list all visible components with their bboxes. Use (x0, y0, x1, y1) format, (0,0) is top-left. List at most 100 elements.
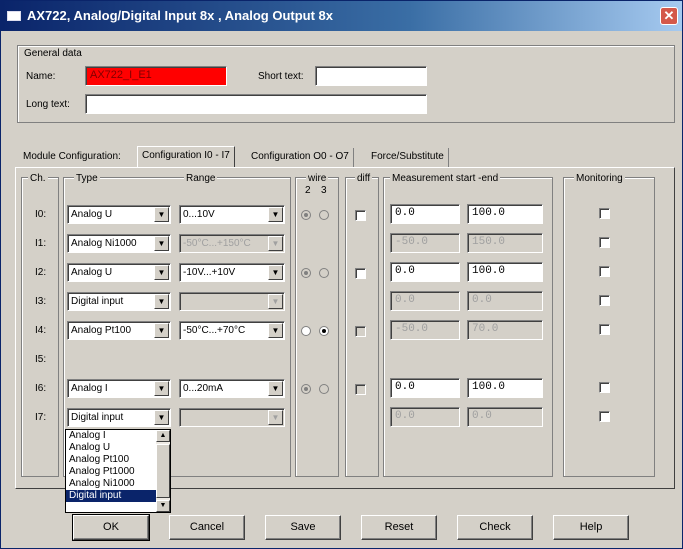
ch-header: Ch. (28, 173, 48, 184)
dropdown-arrow-icon[interactable]: ▼ (154, 236, 169, 251)
type-select[interactable]: Analog Ni1000 ▼ (67, 234, 171, 253)
reset-button[interactable]: Reset (361, 515, 437, 540)
measurement-start-field: 0.0 (390, 407, 460, 427)
tab-configuration-i0-i7[interactable]: Configuration I0 - I7 (137, 146, 235, 168)
wire-3-radio[interactable] (319, 210, 329, 220)
measurement-start-field[interactable]: 0.0 (390, 204, 460, 224)
dropdown-arrow-icon: ▼ (268, 410, 283, 425)
diff-checkbox (355, 384, 366, 395)
dropdown-option[interactable]: Analog Pt100 (66, 454, 170, 466)
monitoring-checkbox[interactable] (599, 382, 610, 393)
long-text-field[interactable] (85, 94, 427, 114)
range-header: Range (184, 173, 218, 184)
wire-3-radio[interactable] (319, 268, 329, 278)
monitoring-checkbox[interactable] (599, 208, 610, 219)
dropdown-arrow-icon[interactable]: ▼ (268, 207, 283, 222)
channel-label: I4: (35, 325, 47, 336)
channel-label: I3: (35, 296, 47, 307)
range-select: -50°C...+150°C ▼ (179, 234, 285, 253)
measurement-start-field[interactable]: 0.0 (390, 378, 460, 398)
range-select[interactable]: -50°C...+70°C ▼ (179, 321, 285, 340)
dropdown-arrow-icon[interactable]: ▼ (154, 294, 169, 309)
monitoring-checkbox[interactable] (599, 411, 610, 422)
wire-2-radio[interactable] (301, 268, 311, 278)
scroll-down-icon[interactable]: ▼ (156, 500, 170, 512)
scroll-thumb[interactable] (156, 444, 170, 498)
type-select[interactable]: Analog Pt100 ▼ (67, 321, 171, 340)
wire-3-radio[interactable] (319, 384, 329, 394)
measurement-end-field: 0.0 (467, 291, 543, 311)
wire-3-header: 3 (321, 185, 327, 196)
wire-3-radio[interactable] (319, 326, 329, 336)
save-button[interactable]: Save (265, 515, 341, 540)
title-bar[interactable]: AX722, Analog/Digital Input 8x , Analog … (1, 1, 682, 31)
measurement-end-field: 0.0 (467, 407, 543, 427)
wire-2-radio[interactable] (301, 384, 311, 394)
close-button[interactable]: ✕ (660, 7, 678, 25)
range-select[interactable]: -10V...+10V ▼ (179, 263, 285, 282)
window-title: AX722, Analog/Digital Input 8x , Analog … (27, 8, 334, 23)
channel-label: I6: (35, 383, 47, 394)
dropdown-option[interactable]: Analog Ni1000 (66, 478, 170, 490)
range-select: ▼ (179, 408, 285, 427)
module-configuration-label: Module Configuration: (23, 151, 121, 162)
diff-checkbox[interactable] (355, 268, 366, 279)
tab-configuration-o0-o7[interactable]: Configuration O0 - O7 (247, 148, 354, 168)
measurement-end-field[interactable]: 100.0 (467, 262, 543, 282)
channel-label: I1: (35, 238, 47, 249)
scroll-up-icon[interactable]: ▲ (156, 430, 170, 442)
type-select[interactable]: Analog I ▼ (67, 379, 171, 398)
check-button[interactable]: Check (457, 515, 533, 540)
help-button[interactable]: Help (553, 515, 629, 540)
monitoring-checkbox[interactable] (599, 324, 610, 335)
type-dropdown-list[interactable]: Analog I Analog U Analog Pt100 Analog Pt… (65, 429, 171, 513)
name-field[interactable]: AX722_I_E1 (85, 66, 227, 86)
measurement-start-field[interactable]: 0.0 (390, 262, 460, 282)
range-select: ▼ (179, 292, 285, 311)
wire-2-radio[interactable] (301, 210, 311, 220)
diff-checkbox[interactable] (355, 210, 366, 221)
monitoring-checkbox[interactable] (599, 266, 610, 277)
name-label: Name: (26, 71, 56, 82)
measurement-end-field[interactable]: 100.0 (467, 204, 543, 224)
range-select[interactable]: 0...10V ▼ (179, 205, 285, 224)
ok-button[interactable]: OK (72, 514, 150, 541)
dropdown-arrow-icon[interactable]: ▼ (268, 323, 283, 338)
dropdown-option[interactable]: Analog I (66, 430, 170, 442)
measurement-start-field: 0.0 (390, 291, 460, 311)
dropdown-option-selected[interactable]: Digital input (66, 490, 170, 502)
type-select[interactable]: Analog U ▼ (67, 263, 171, 282)
diff-header: diff (355, 173, 373, 184)
dropdown-arrow-icon[interactable]: ▼ (268, 265, 283, 280)
dropdown-arrow-icon[interactable]: ▼ (154, 265, 169, 280)
cancel-button[interactable]: Cancel (169, 515, 245, 540)
short-text-field[interactable] (315, 66, 427, 86)
type-select[interactable]: Digital input ▼ (67, 408, 171, 427)
dropdown-arrow-icon[interactable]: ▼ (154, 207, 169, 222)
window-icon (7, 11, 21, 21)
measurement-end-field[interactable]: 100.0 (467, 378, 543, 398)
type-select[interactable]: Digital input ▼ (67, 292, 171, 311)
type-header: Type (74, 173, 100, 184)
long-text-label: Long text: (26, 99, 70, 110)
dropdown-arrow-icon[interactable]: ▼ (268, 381, 283, 396)
measurement-start-field: -50.0 (390, 320, 460, 340)
dropdown-arrow-icon[interactable]: ▼ (154, 410, 169, 425)
dropdown-arrow-icon[interactable]: ▼ (154, 381, 169, 396)
dropdown-arrow-icon[interactable]: ▼ (154, 323, 169, 338)
monitoring-checkbox[interactable] (599, 295, 610, 306)
wire-2-header: 2 (305, 185, 311, 196)
type-select[interactable]: Analog U ▼ (67, 205, 171, 224)
diff-checkbox (355, 326, 366, 337)
measurement-header: Measurement start -end (390, 173, 501, 184)
range-select[interactable]: 0...20mA ▼ (179, 379, 285, 398)
dropdown-option[interactable]: Analog Pt1000 (66, 466, 170, 478)
short-text-label: Short text: (258, 71, 304, 82)
tab-force-substitute[interactable]: Force/Substitute (367, 148, 449, 168)
monitoring-checkbox[interactable] (599, 237, 610, 248)
dropdown-option[interactable]: Analog U (66, 442, 170, 454)
dropdown-scrollbar[interactable]: ▲ ▼ (156, 430, 170, 512)
monitoring-header: Monitoring (574, 173, 625, 184)
wire-2-radio[interactable] (301, 326, 311, 336)
dropdown-arrow-icon: ▼ (268, 236, 283, 251)
